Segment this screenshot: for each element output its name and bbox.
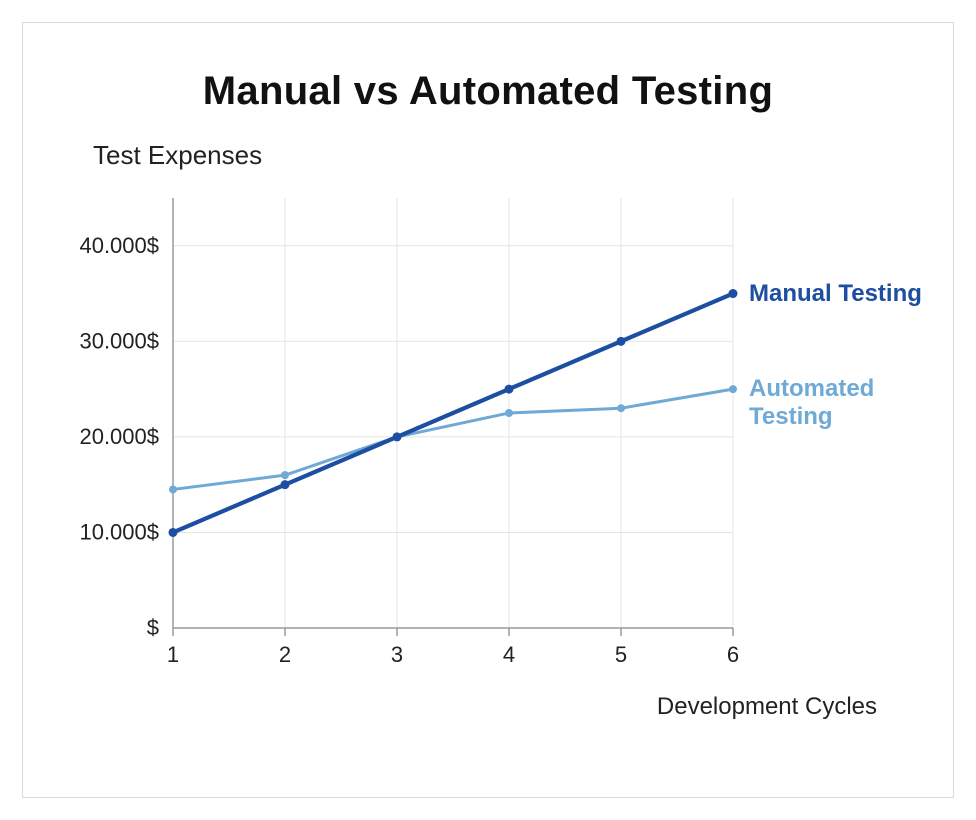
y-tick-label: 20.000$ bbox=[79, 424, 159, 449]
x-ticks: 1 2 3 4 5 6 bbox=[167, 628, 739, 667]
series-point-manual bbox=[505, 385, 514, 394]
y-ticks: $10.000$ 20.000$ 30.000$ 40.000$ bbox=[79, 233, 159, 640]
x-tick-label: 6 bbox=[727, 642, 739, 667]
series-manual bbox=[169, 289, 738, 537]
series-point-manual bbox=[617, 337, 626, 346]
x-tick-label: 3 bbox=[391, 642, 403, 667]
series-line-manual bbox=[173, 294, 733, 533]
series-point-manual bbox=[281, 480, 290, 489]
plot-svg: $10.000$20.000$30.000$40.000$ 123456 bbox=[173, 198, 733, 628]
series-point-auto bbox=[505, 409, 513, 417]
x-tick-label: 4 bbox=[503, 642, 515, 667]
chart-canvas: Manual vs Automated Testing Test Expense… bbox=[0, 0, 976, 820]
x-axis-title: Development Cycles bbox=[657, 693, 877, 721]
x-tick-label: 5 bbox=[615, 642, 627, 667]
y-axis-title: Test Expenses bbox=[93, 140, 262, 171]
series-point-auto bbox=[729, 385, 737, 393]
y-tick-label: $ bbox=[147, 615, 159, 640]
legend-manual-label: Manual Testing bbox=[749, 280, 922, 308]
series-automated bbox=[169, 385, 737, 493]
chart-title: Manual vs Automated Testing bbox=[23, 69, 953, 114]
y-tick-label: 40.000$ bbox=[79, 233, 159, 258]
y-tick-label: 10.000$ bbox=[79, 519, 159, 544]
series-point-auto bbox=[281, 471, 289, 479]
series-point-manual bbox=[729, 289, 738, 298]
series-point-manual bbox=[169, 528, 178, 537]
series-line-auto bbox=[173, 389, 733, 489]
x-tick-label: 2 bbox=[279, 642, 291, 667]
legend-automated-label: Automated Testing bbox=[749, 375, 953, 431]
series-point-manual bbox=[393, 432, 402, 441]
y-tick-label: 30.000$ bbox=[79, 328, 159, 353]
chart-card: Manual vs Automated Testing Test Expense… bbox=[22, 22, 954, 798]
x-tick-label: 1 bbox=[167, 642, 179, 667]
series-point-auto bbox=[169, 485, 177, 493]
series-point-auto bbox=[617, 404, 625, 412]
plot-area: $10.000$20.000$30.000$40.000$ 123456 bbox=[173, 198, 733, 628]
